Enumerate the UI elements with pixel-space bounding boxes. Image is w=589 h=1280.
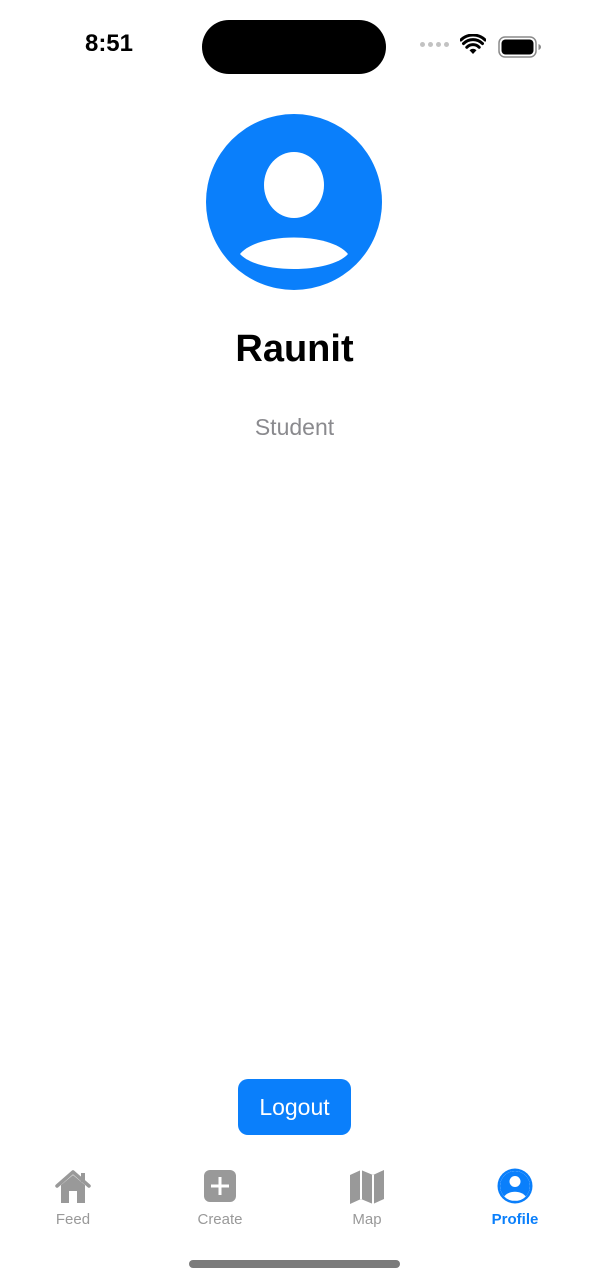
dynamic-island xyxy=(202,20,386,74)
map-icon xyxy=(350,1170,384,1204)
tab-profile-label: Profile xyxy=(491,1211,539,1228)
plus-square-icon xyxy=(204,1170,236,1202)
battery-icon xyxy=(498,36,541,58)
home-indicator xyxy=(189,1260,400,1268)
profile-avatar-icon xyxy=(206,114,382,290)
profile-role: Student xyxy=(254,414,335,440)
house-icon xyxy=(55,1170,91,1203)
status-icons xyxy=(420,34,542,60)
status-bar: 8:51 xyxy=(0,0,589,90)
tab-feed-label: Feed xyxy=(55,1211,91,1228)
tab-bar: Feed Create Map Profile xyxy=(0,1158,589,1238)
status-time: 8:51 xyxy=(84,30,134,57)
tab-create-label: Create xyxy=(197,1211,243,1228)
cellular-signal-icon xyxy=(420,42,449,47)
tab-map-label: Map xyxy=(352,1211,382,1228)
person-circle-icon xyxy=(497,1168,533,1204)
tab-profile[interactable]: Profile xyxy=(460,1158,570,1232)
logout-button[interactable]: Logout xyxy=(238,1079,351,1135)
tab-map[interactable]: Map xyxy=(312,1158,422,1232)
tab-create[interactable]: Create xyxy=(165,1158,275,1232)
profile-name: Raunit xyxy=(235,328,354,370)
tab-feed[interactable]: Feed xyxy=(18,1158,128,1232)
wifi-icon xyxy=(460,34,486,54)
